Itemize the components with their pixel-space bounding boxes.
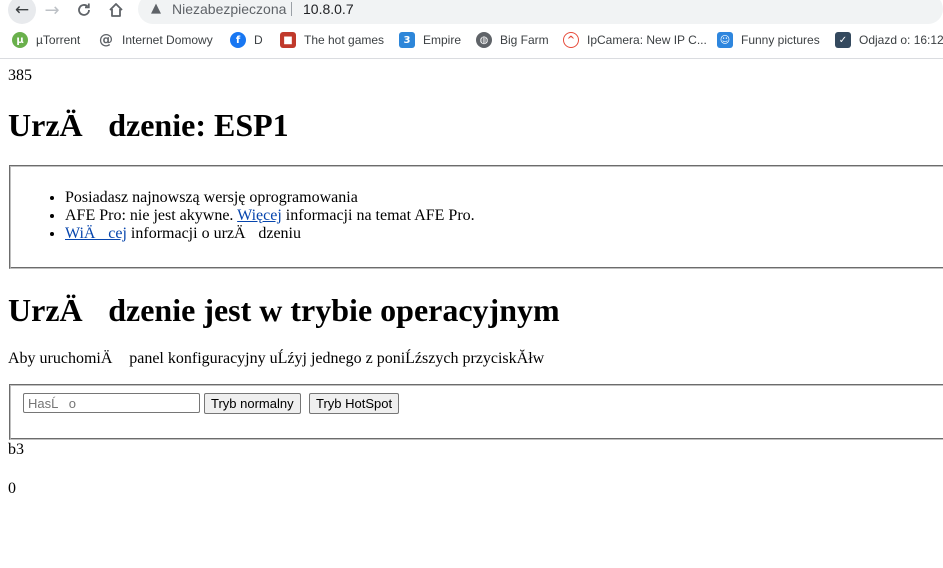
bookmark-hot-games[interactable]: ■ The hot games: [280, 26, 384, 54]
afe-pro-more-link[interactable]: Więcej: [237, 207, 282, 224]
empire-icon: 3: [399, 32, 415, 48]
home-icon-svg: [109, 3, 123, 17]
back-arrow-icon[interactable]: ←: [8, 0, 36, 24]
bookmark-label: The hot games: [304, 33, 385, 47]
url-text[interactable]: 10.8.0.7: [303, 0, 354, 18]
facebook-icon: f: [230, 32, 246, 48]
warning-icon[interactable]: ▲: [148, 0, 164, 16]
bookmark-label: Internet Domowy: [122, 33, 213, 47]
browser-toolbar: ← → ▲ Niezabezpieczona 10.8.0.7: [0, 0, 943, 24]
bookmark-label: IpCamera: New IP C...: [587, 33, 707, 47]
address-separator: [291, 2, 292, 16]
bookmark-label: Odjazd o: 16:12: [859, 33, 943, 47]
info-item-device: WiÄcej informacji o urzÄ dzeniu: [65, 225, 943, 243]
footer-line-1: b3: [8, 441, 24, 458]
bookmark-empire[interactable]: 3 Empire: [399, 26, 461, 54]
device-more-link[interactable]: WiÄcej: [65, 225, 127, 242]
home-icon[interactable]: [104, 0, 128, 20]
bookmarks-bar: µ µTorrent @ Internet Domowy f D ■ The h…: [0, 26, 943, 59]
bookmark-internet-domowy[interactable]: @ Internet Domowy: [98, 26, 213, 54]
password-input[interactable]: [23, 393, 200, 413]
normal-mode-button[interactable]: Tryb normalny: [204, 393, 301, 414]
globe-icon: ◍: [476, 32, 492, 48]
afe-pro-info-text: informacji na temat AFE Pro.: [281, 207, 475, 224]
footer-line-2: 0: [8, 480, 16, 497]
info-item-firmware: Posiadasz najnowszą wersję oprogramowani…: [65, 189, 943, 207]
info-item-afe-pro: AFE Pro: nie jest akywne. Więcej informa…: [65, 207, 943, 225]
device-info-text: informacji o urzÄ dzeniu: [126, 225, 301, 242]
counter-top: 385: [8, 67, 32, 84]
mode-title: UrzÄ dzenie jest w trybie operacyjnym: [8, 292, 560, 328]
bookmark-big-farm[interactable]: ◍ Big Farm: [476, 26, 549, 54]
reload-icon[interactable]: [72, 0, 96, 20]
firmware-status-text: Posiadasz najnowszą wersję oprogramowani…: [65, 189, 358, 206]
bookmark-utorrent[interactable]: µ µTorrent: [12, 26, 80, 54]
at-icon: @: [98, 32, 114, 48]
forward-arrow-icon[interactable]: →: [40, 0, 64, 21]
funny-icon: ☺: [717, 32, 733, 48]
intro-text: Aby uruchomiÄ panel konfiguracyjny uĹźy…: [8, 350, 545, 367]
bookmark-ipcamera[interactable]: ^ IpCamera: New IP C...: [563, 26, 707, 54]
game-cube-icon: ■: [280, 32, 296, 48]
info-list: Posiadasz najnowszą wersję oprogramowani…: [11, 189, 943, 243]
reload-icon-svg: [78, 3, 90, 16]
insecure-label[interactable]: Niezabezpieczona: [172, 0, 286, 18]
bookmark-label: Funny pictures: [741, 33, 820, 47]
check-chart-icon: ✓: [835, 32, 851, 48]
bookmark-label: Big Farm: [500, 33, 549, 47]
hotspot-mode-button[interactable]: Tryb HotSpot: [309, 393, 400, 414]
utorrent-icon: µ: [12, 32, 28, 48]
bookmark-label: D: [254, 33, 263, 47]
bookmark-d[interactable]: f D: [230, 26, 263, 54]
bookmark-label: µTorrent: [36, 33, 81, 47]
bookmark-funny-pictures[interactable]: ☺ Funny pictures: [717, 26, 820, 54]
ipcamera-icon: ^: [563, 32, 579, 48]
afe-pro-status-text: AFE Pro: nie jest akywne.: [65, 207, 238, 224]
device-title: UrzÄ dzenie: ESP1: [8, 107, 289, 143]
bookmark-odjazd[interactable]: ✓ Odjazd o: 16:12: [835, 26, 943, 54]
info-box: Posiadasz najnowszą wersję oprogramowani…: [9, 165, 943, 269]
bookmark-label: Empire: [423, 33, 462, 47]
